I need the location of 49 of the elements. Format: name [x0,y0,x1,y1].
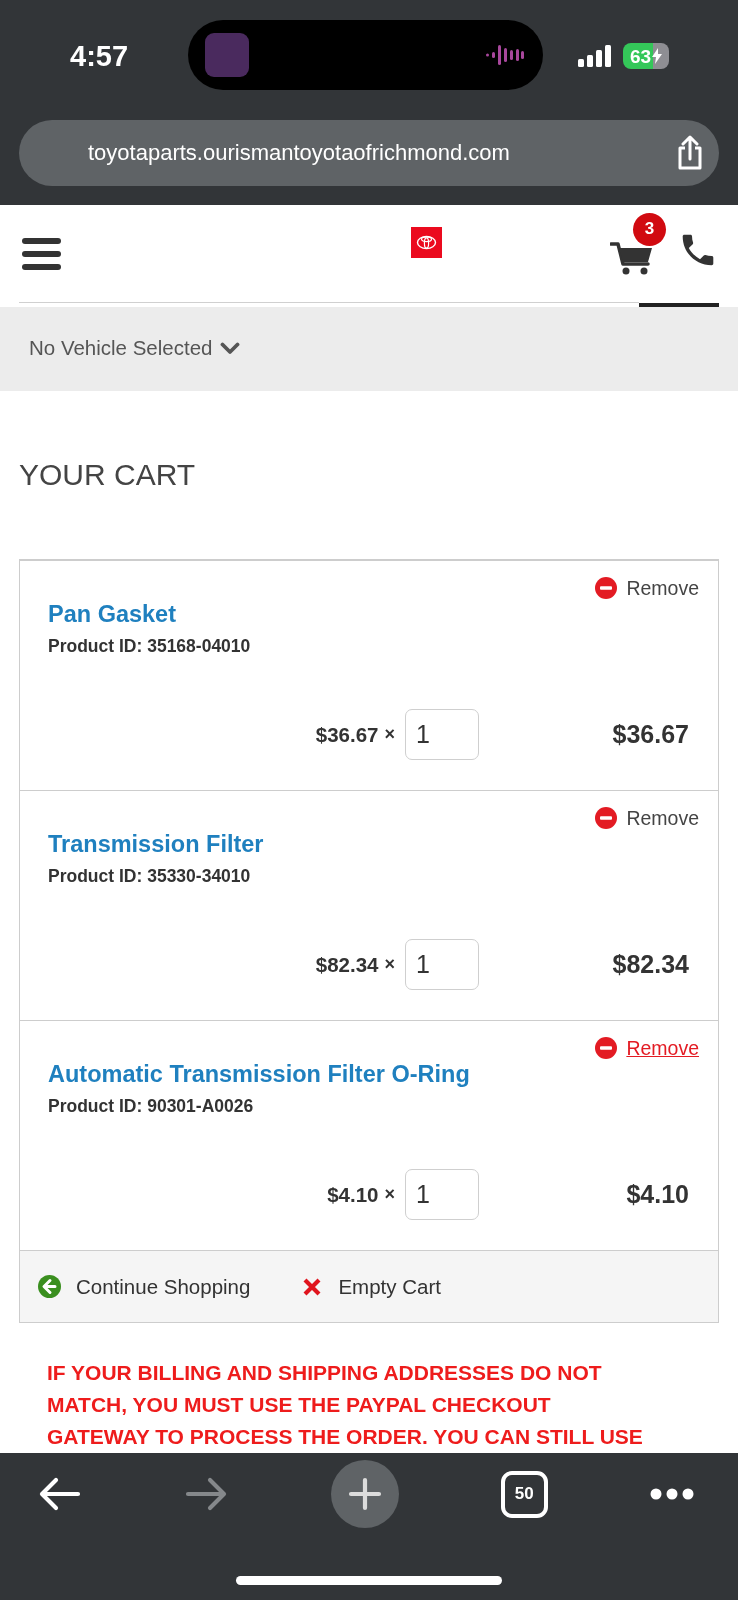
bolt-icon [652,48,663,64]
address-bar[interactable]: toyotaparts.ourismantoyotaofrichmond.com [19,120,719,186]
url-text: toyotaparts.ourismantoyotaofrichmond.com [88,140,510,166]
plus-icon [347,1477,382,1511]
toyota-logo[interactable] [411,227,442,258]
menu-icon[interactable] [22,237,61,270]
line-total: $82.34 [612,950,689,979]
multiply-sign: × [384,954,395,975]
product-id: Product ID: 90301-A0026 [48,1095,255,1117]
phone-icon[interactable] [681,232,715,267]
chevron-down-icon [220,341,241,355]
cart-count-badge: 3 [633,212,666,246]
battery-percent: 63 [629,46,652,66]
album-art-placeholder [205,33,249,77]
minus-circle-icon[interactable] [595,577,618,599]
x-icon [303,1277,322,1296]
product-id: Product ID: 35168-04010 [48,635,252,657]
clock-time: 4:57 [70,39,129,72]
minus-circle-icon[interactable] [595,807,618,829]
signal-bars-icon [578,45,612,67]
multiply-sign: × [384,1184,395,1205]
minus-circle-icon[interactable] [595,1037,618,1059]
product-name-link[interactable]: Transmission Filter [48,830,264,858]
multiply-sign: × [384,724,395,745]
product-id: Product ID: 35330-34010 [48,865,252,887]
unit-price: $82.34 [315,952,379,977]
sound-wave-icon [486,44,524,66]
product-name-link[interactable]: Automatic Transmission Filter O-Ring [48,1060,470,1088]
remove-link[interactable]: Remove [626,576,699,600]
continue-shopping-link[interactable]: Continue Shopping [38,1274,251,1299]
page-title: YOUR CART [19,457,197,493]
quantity-field[interactable]: 1 [405,709,479,760]
line-total: $4.10 [626,1180,689,1209]
arrow-left-circle-icon [38,1275,61,1298]
product-name-link[interactable]: Pan Gasket [48,600,176,628]
unit-price: $4.10 [327,1182,379,1207]
tabs-count-button[interactable]: 50 [500,1470,548,1518]
empty-cart-link[interactable]: Empty Cart [303,1274,441,1299]
remove-link[interactable]: Remove [626,806,699,830]
more-dots-icon[interactable] [650,1488,694,1500]
shopping-cart-icon[interactable] [610,239,654,276]
quantity-field[interactable]: 1 [405,939,479,990]
back-arrow-icon[interactable] [38,1477,82,1511]
remove-link[interactable]: Remove [626,1036,699,1060]
unit-price: $36.67 [315,722,379,747]
vehicle-selector[interactable]: No Vehicle Selected [29,336,241,360]
quantity-field[interactable]: 1 [405,1169,479,1220]
warning-message: IF YOUR BILLING AND SHIPPING ADDRESSES DO NOT MATCH, YOU MUST USE THE PAYPAL CHECKOUT GATEWAY TO PROCESS THE ORDER. YOU CAN STILL USE [47,1360,644,1450]
line-total: $36.67 [612,720,689,749]
